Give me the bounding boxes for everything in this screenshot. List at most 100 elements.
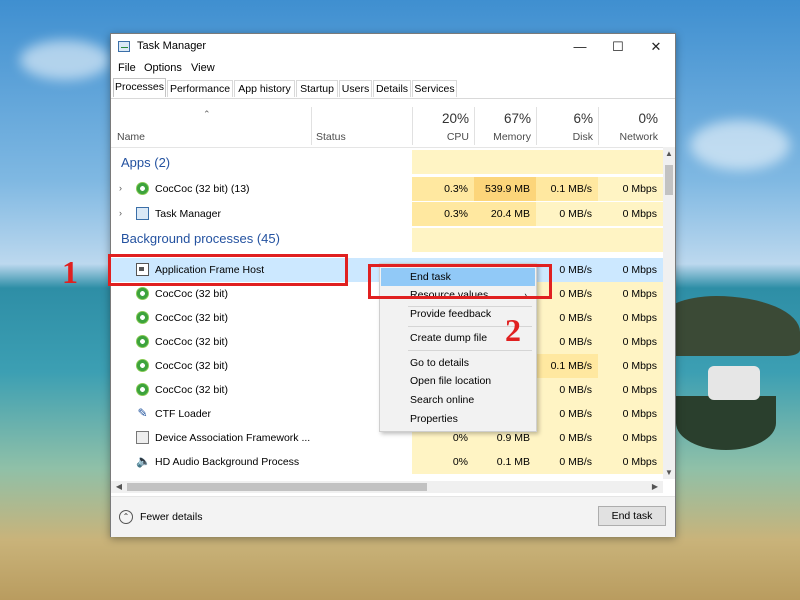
memory-total: 67% xyxy=(503,111,531,126)
disk-total: 6% xyxy=(573,111,593,126)
title-bar[interactable]: Task Manager — ☐ ✕ xyxy=(111,34,675,60)
group-header-background[interactable]: Background processes (45) xyxy=(111,228,663,252)
chevron-right-icon[interactable]: › xyxy=(119,208,122,218)
scroll-down-icon[interactable]: ▼ xyxy=(663,468,675,477)
column-disk-label: Disk xyxy=(572,131,593,143)
close-button[interactable]: ✕ xyxy=(637,34,675,60)
menu-search-online[interactable]: Search online xyxy=(381,391,535,409)
tab-services[interactable]: Services xyxy=(412,80,457,97)
coccoc-icon xyxy=(136,182,149,195)
chevron-right-icon[interactable]: › xyxy=(119,183,122,193)
column-cpu[interactable]: 20% CPU xyxy=(412,107,475,145)
network-cell: 0 Mbps xyxy=(598,330,663,354)
scroll-right-icon[interactable]: ▶ xyxy=(649,482,661,491)
tab-details[interactable]: Details xyxy=(373,80,411,97)
horizontal-scrollbar[interactable]: ◀ ▶ xyxy=(111,481,663,493)
menu-file[interactable]: File xyxy=(118,62,136,74)
group-header-apps[interactable]: Apps (2) xyxy=(111,150,663,174)
network-cell: 0 Mbps xyxy=(598,354,663,378)
network-cell: 0 Mbps xyxy=(598,177,663,201)
boat xyxy=(676,396,776,450)
fewer-details-link[interactable]: Fewer details xyxy=(140,511,202,523)
column-status-label: Status xyxy=(316,131,346,143)
process-name: CocCoc (32 bit) (13) xyxy=(155,183,250,195)
column-memory-label: Memory xyxy=(493,131,531,143)
cpu-total: 20% xyxy=(441,111,469,126)
cpu-cell: 0.3% xyxy=(412,177,474,201)
menu-options[interactable]: Options xyxy=(144,62,182,74)
chevron-up-icon[interactable]: ⌃ xyxy=(119,510,133,524)
disk-cell: 0 MB/s xyxy=(536,330,598,354)
memory-cell: 20.4 MB xyxy=(474,202,536,226)
network-cell: 0 Mbps xyxy=(598,202,663,226)
column-name-label: Name xyxy=(117,131,146,143)
column-name[interactable]: ⌃ Name xyxy=(111,107,311,145)
column-status[interactable]: Status xyxy=(311,107,413,145)
cpu-cell: 0.3% xyxy=(412,202,474,226)
annotation-box-1 xyxy=(108,254,348,286)
network-cell: 0 Mbps xyxy=(622,264,657,276)
tab-performance[interactable]: Performance xyxy=(167,80,233,97)
menu-view[interactable]: View xyxy=(191,62,215,74)
menu-item-label: Properties xyxy=(410,413,458,425)
disk-cell: 0 MB/s xyxy=(536,378,598,402)
menu-go-to-details[interactable]: Go to details xyxy=(381,354,535,372)
end-task-button[interactable]: End task xyxy=(598,506,666,526)
table-row[interactable]: › Task Manager 0.3% 20.4 MB 0 MB/s 0 Mbp… xyxy=(111,202,663,226)
table-row[interactable]: › CocCoc (32 bit) (13) 0.3% 539.9 MB 0.1… xyxy=(111,177,663,201)
tab-processes[interactable]: Processes xyxy=(113,78,166,97)
memory-cell: 0.1 MB xyxy=(474,450,536,474)
tab-startup[interactable]: Startup xyxy=(296,80,338,97)
network-cell: 0 Mbps xyxy=(598,378,663,402)
menu-item-label: Open file location xyxy=(410,375,492,387)
cpu-cell: 0% xyxy=(412,450,474,474)
menu-properties[interactable]: Properties xyxy=(381,410,535,428)
menu-item-label: Search online xyxy=(410,394,475,406)
disk-cell: 0.1 MB/s xyxy=(536,177,598,201)
disk-cell: 0.1 MB/s xyxy=(536,354,598,378)
task-manager-icon xyxy=(136,207,149,220)
column-cpu-label: CPU xyxy=(446,131,469,143)
cloud xyxy=(690,120,790,170)
memory-cell: 539.9 MB xyxy=(474,177,536,201)
device-icon xyxy=(136,431,149,444)
menu-item-label: Create dump file xyxy=(410,332,488,344)
network-cell: 0 Mbps xyxy=(598,426,663,450)
column-memory[interactable]: 67% Memory xyxy=(474,107,537,145)
column-disk[interactable]: 6% Disk xyxy=(536,107,599,145)
ctf-loader-icon: ✎ xyxy=(137,406,148,420)
process-name: CTF Loader xyxy=(155,408,212,420)
network-cell: 0 Mbps xyxy=(598,282,663,306)
process-name: CocCoc (32 bit) xyxy=(155,384,228,396)
tab-users[interactable]: Users xyxy=(339,80,372,97)
cloud xyxy=(20,40,110,80)
minimize-button[interactable]: — xyxy=(561,34,599,60)
menu-open-file-location[interactable]: Open file location xyxy=(381,372,535,390)
maximize-button[interactable]: ☐ xyxy=(599,34,637,60)
disk-cell: 0 MB/s xyxy=(536,450,598,474)
scroll-thumb[interactable] xyxy=(127,483,427,491)
table-row[interactable]: 🔈 HD Audio Background Process 0% 0.1 MB … xyxy=(111,450,663,474)
column-network[interactable]: 0% Network xyxy=(598,107,664,145)
scroll-up-icon[interactable]: ▲ xyxy=(663,149,675,158)
annotation-number-2: 2 xyxy=(505,312,521,348)
scroll-left-icon[interactable]: ◀ xyxy=(113,482,125,491)
annotation-box-2 xyxy=(368,264,552,299)
group-title-background: Background processes (45) xyxy=(121,231,280,246)
sort-up-icon: ⌃ xyxy=(203,109,211,119)
vertical-scrollbar[interactable]: ▲ ▼ xyxy=(663,147,675,479)
process-name: HD Audio Background Process xyxy=(155,456,300,468)
window-title: Task Manager xyxy=(137,40,207,52)
tab-app-history[interactable]: App history xyxy=(234,80,295,97)
boat-motor xyxy=(708,366,760,400)
island xyxy=(660,296,800,356)
column-header: ⌃ Name Status 20% CPU 67% Memory 6% Disk… xyxy=(111,107,663,145)
annotation-number-1: 1 xyxy=(62,254,78,290)
footer: ⌃ Fewer details End task xyxy=(111,496,675,537)
scroll-thumb[interactable] xyxy=(665,165,673,195)
coccoc-icon xyxy=(136,383,149,396)
process-name: CocCoc (32 bit) xyxy=(155,360,228,372)
menu-separator xyxy=(408,350,532,351)
disk-cell: 0 MB/s xyxy=(536,426,598,450)
speaker-icon: 🔈 xyxy=(136,454,151,468)
